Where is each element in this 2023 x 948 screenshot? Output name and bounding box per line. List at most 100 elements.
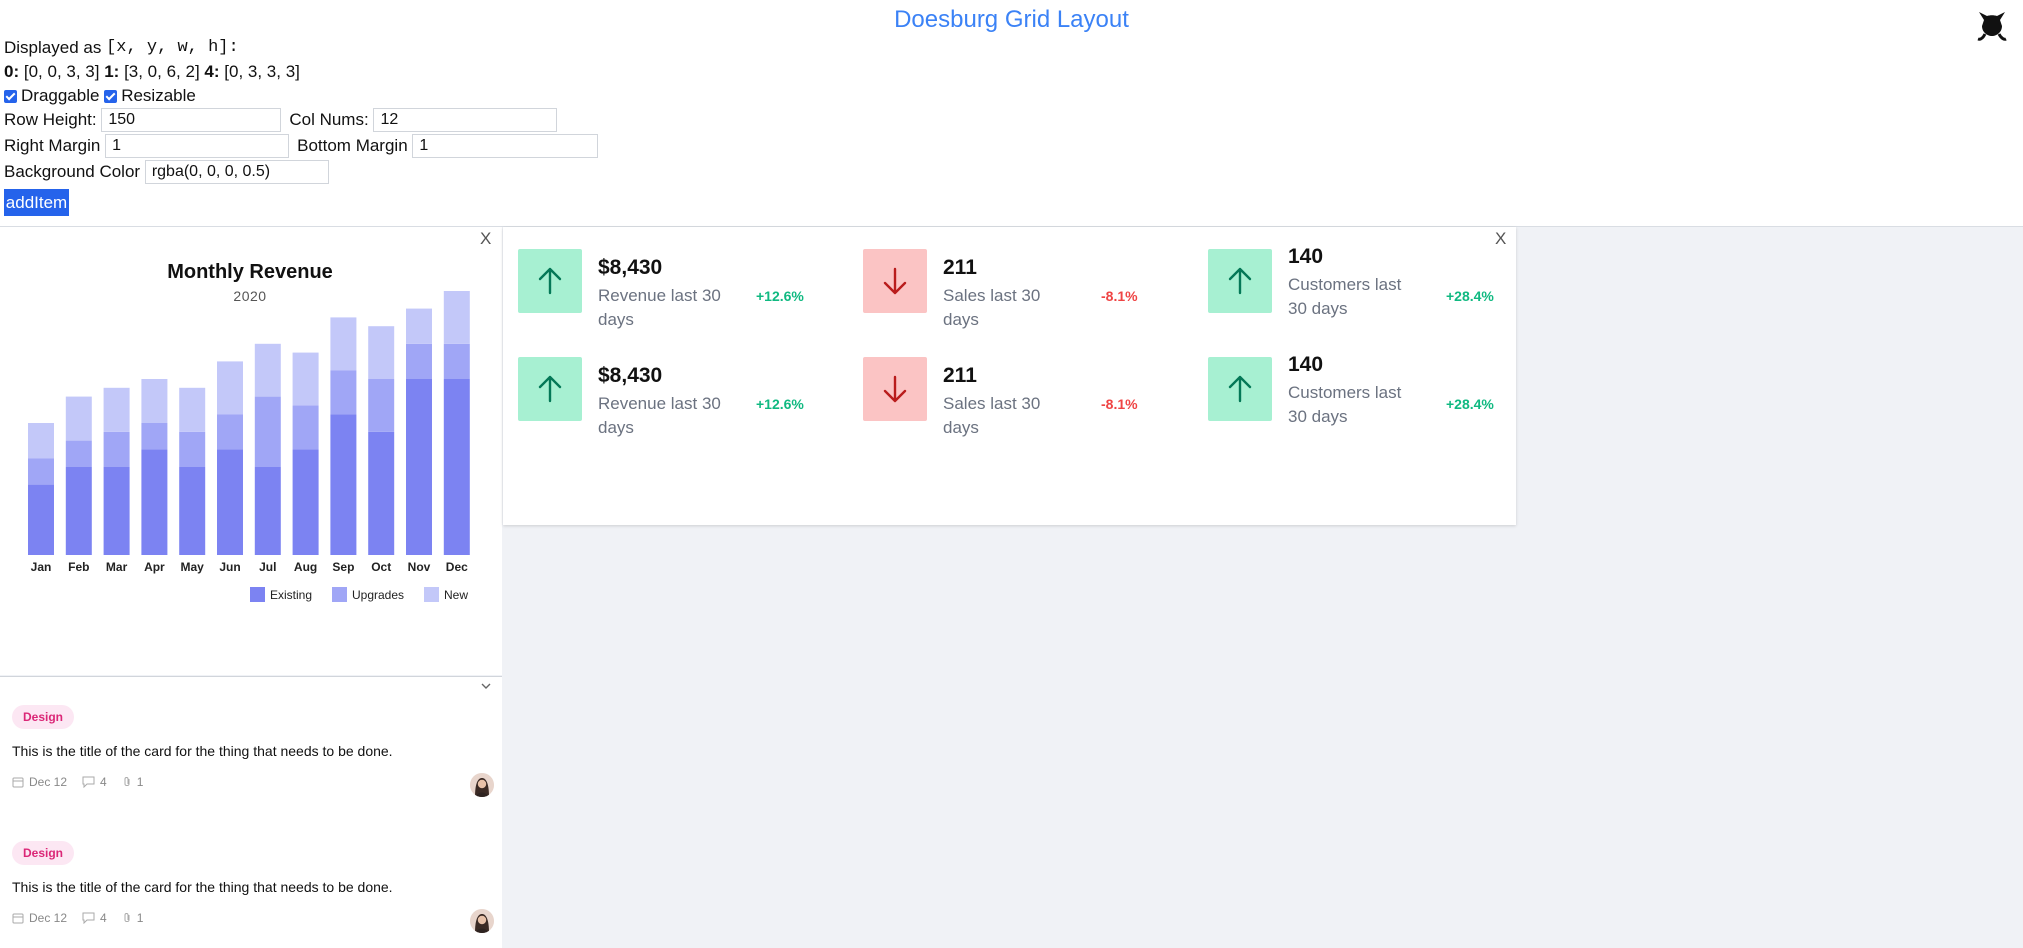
bar-existing-jul bbox=[254, 467, 281, 555]
card-date: Dec 12 bbox=[29, 911, 68, 925]
bar-existing-feb bbox=[65, 467, 92, 555]
card-comment-count: 4 bbox=[100, 911, 107, 925]
task-card[interactable]: Design This is the title of the card for … bbox=[12, 841, 494, 941]
legend-label: Upgrades bbox=[352, 588, 404, 602]
avatar[interactable] bbox=[470, 773, 494, 797]
x-tick-label: May bbox=[181, 560, 205, 574]
layout-format: [x, y, w, h]: bbox=[106, 38, 239, 57]
card-date: Dec 12 bbox=[29, 775, 68, 789]
margins-row: Right Margin 1 Bottom Margin 1 bbox=[4, 134, 599, 158]
card-meta: Dec 12 4 1 bbox=[12, 911, 158, 925]
arrow-up-icon bbox=[1228, 375, 1252, 403]
stat-indicator bbox=[1208, 357, 1272, 421]
legend-swatch bbox=[250, 587, 265, 602]
stat-label: Sales last 30 days bbox=[943, 286, 1041, 329]
card-meta: Dec 12 4 1 bbox=[12, 775, 158, 789]
bar-upgrades-apr bbox=[141, 423, 168, 450]
stat-label: Revenue last 30 days bbox=[598, 394, 721, 437]
options-row: Draggable Resizable bbox=[4, 84, 598, 108]
revenue-bar-chart: Jan Feb Mar Apr May Jun Jul Aug Sep Oct Nov Dec Exis… bbox=[28, 291, 470, 602]
stat-card: 211 Sales last 30 days -8.1% bbox=[863, 355, 1193, 437]
legend-label: Existing bbox=[270, 588, 312, 602]
x-tick-label: Aug bbox=[294, 560, 317, 574]
bar-new-jun bbox=[217, 361, 243, 415]
bar-new-aug bbox=[292, 352, 319, 406]
comment-icon bbox=[82, 912, 95, 924]
layout-controls: Displayed as [x, y, w, h]: 0: [0, 0, 3, … bbox=[4, 36, 599, 184]
bar-existing-jun bbox=[217, 449, 243, 555]
row-height-input[interactable]: 150 bbox=[101, 108, 282, 132]
x-tick-label: Jun bbox=[219, 560, 240, 574]
layout-item-value: [3, 0, 6, 2] bbox=[124, 62, 200, 81]
layout-caption-row: Displayed as [x, y, w, h]: bbox=[4, 36, 598, 60]
legend-swatch bbox=[424, 587, 439, 602]
col-nums-input[interactable]: 12 bbox=[373, 108, 558, 132]
legend-swatch bbox=[332, 587, 347, 602]
stat-change: +28.4% bbox=[1446, 396, 1494, 412]
card-comment-count: 4 bbox=[100, 775, 107, 789]
x-tick-label: Jan bbox=[31, 560, 52, 574]
card-title: This is the title of the card for the th… bbox=[12, 743, 393, 759]
row-height-row: Row Height: 150 Col Nums: 12 bbox=[4, 108, 598, 132]
bar-new-jan bbox=[28, 423, 54, 459]
arrow-down-icon bbox=[883, 375, 907, 403]
stat-value: 211 bbox=[943, 256, 977, 279]
bar-upgrades-jun bbox=[217, 414, 243, 450]
grid-item-tasks[interactable]: Design This is the title of the card for … bbox=[0, 676, 502, 948]
x-tick-label: Oct bbox=[371, 560, 391, 574]
stat-card: $8,430 Revenue last 30 days +12.6% bbox=[518, 355, 848, 437]
stat-change: -8.1% bbox=[1101, 396, 1138, 412]
stat-value: $8,430 bbox=[598, 364, 663, 387]
calendar-icon bbox=[12, 777, 24, 788]
bar-upgrades-nov bbox=[406, 343, 432, 379]
bar-existing-jan bbox=[28, 484, 54, 555]
bar-upgrades-dec bbox=[443, 343, 470, 379]
stat-indicator bbox=[863, 357, 927, 421]
stat-label: Customers last 30 days bbox=[1288, 383, 1402, 426]
card-tag[interactable]: Design bbox=[12, 841, 75, 865]
layout-item-key: 4: bbox=[204, 62, 220, 81]
paperclip-icon bbox=[124, 913, 130, 922]
bar-upgrades-jan bbox=[28, 458, 54, 485]
page-title: Doesburg Grid Layout bbox=[894, 6, 1129, 33]
bar-new-sep bbox=[330, 317, 357, 371]
stat-value: 140 bbox=[1288, 353, 1324, 376]
chevron-down-icon[interactable] bbox=[481, 682, 491, 690]
bar-upgrades-feb bbox=[65, 440, 92, 467]
layout-item-value: [0, 0, 3, 3] bbox=[23, 62, 100, 81]
bar-existing-apr bbox=[141, 449, 168, 555]
arrow-up-icon bbox=[538, 375, 562, 403]
stat-value: 140 bbox=[1288, 245, 1324, 268]
avatar[interactable] bbox=[470, 909, 494, 933]
x-tick-label: Dec bbox=[446, 560, 468, 574]
stat-label: Customers last 30 days bbox=[1288, 275, 1402, 318]
github-octocat-icon[interactable] bbox=[1975, 6, 2009, 42]
background-color-row: Background Color rgba(0, 0, 0, 0.5) bbox=[4, 160, 598, 184]
task-card[interactable]: Design This is the title of the card for … bbox=[12, 705, 494, 805]
stat-label: Revenue last 30 days bbox=[598, 286, 721, 329]
close-stats-button[interactable]: X bbox=[1495, 229, 1506, 249]
grid-item-stats[interactable]: X $8,430 Revenue last 30 days +12.6% 211 Sal… bbox=[503, 227, 1516, 525]
bar-new-jul bbox=[254, 343, 281, 397]
bar-existing-oct bbox=[368, 431, 395, 555]
stat-card: 140 Customers last 30 days +28.4% bbox=[1208, 245, 1538, 318]
add-item-button[interactable]: addItem bbox=[4, 189, 69, 216]
bottom-margin-input[interactable]: 1 bbox=[412, 134, 599, 158]
col-nums-label: Col Nums: bbox=[289, 110, 369, 129]
layout-item-key: 1: bbox=[104, 62, 120, 81]
card-attachment-count: 1 bbox=[136, 911, 144, 925]
stat-label: Sales last 30 days bbox=[943, 394, 1041, 437]
x-tick-label: Feb bbox=[68, 560, 89, 574]
stat-indicator bbox=[1208, 249, 1272, 313]
arrow-up-icon bbox=[1228, 267, 1252, 295]
stat-change: +12.6% bbox=[756, 396, 804, 412]
right-margin-input[interactable]: 1 bbox=[105, 134, 290, 158]
card-tag[interactable]: Design bbox=[12, 705, 75, 729]
background-color-input[interactable]: rgba(0, 0, 0, 0.5) bbox=[144, 160, 329, 184]
x-tick-label: Sep bbox=[332, 560, 354, 574]
resizable-checkbox[interactable] bbox=[104, 89, 118, 103]
grid-item-chart[interactable]: X Monthly Revenue 2020 Jan Feb Mar Apr May Ju… bbox=[0, 227, 502, 675]
card-attachment-count: 1 bbox=[136, 775, 144, 789]
draggable-checkbox[interactable] bbox=[4, 89, 17, 103]
bottom-margin-label: Bottom Margin bbox=[297, 136, 408, 155]
